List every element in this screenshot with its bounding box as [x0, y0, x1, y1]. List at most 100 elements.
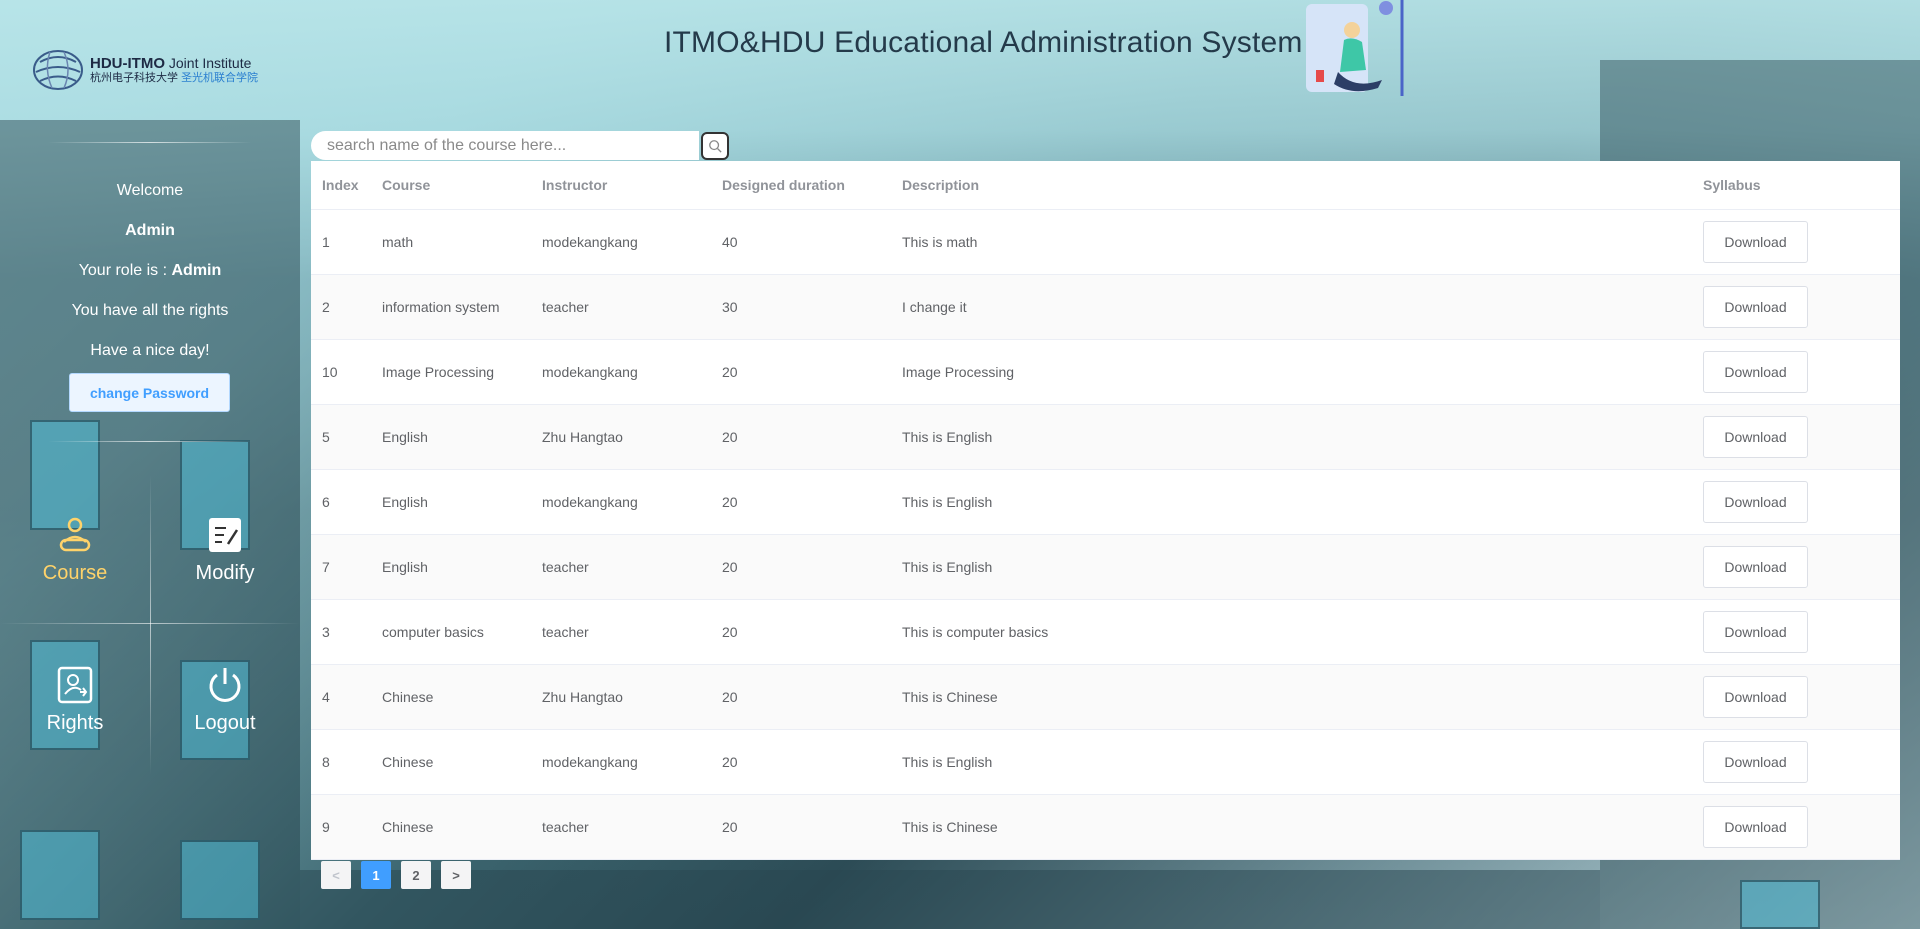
cell-course: English: [371, 534, 531, 600]
cell-instructor: teacher: [531, 794, 711, 860]
course-search: [311, 131, 729, 160]
table-row: 2 information system teacher 30 I change it D…: [311, 274, 1900, 340]
cell-syllabus: Download: [1692, 339, 1900, 405]
cell-description: This is Chinese: [891, 664, 1692, 730]
cell-instructor: Zhu Hangtao: [531, 664, 711, 730]
cell-index: 4: [311, 664, 371, 730]
page-title: ITMO&HDU Educational Administration Syst…: [664, 26, 1303, 59]
download-syllabus-button[interactable]: Download: [1703, 480, 1808, 523]
cell-instructor: modekangkang: [531, 209, 711, 275]
prev-page-button[interactable]: <: [321, 861, 351, 889]
sidebar-divider: [48, 441, 252, 442]
table-row: 6 English modekangkang 20 This is English Dow…: [311, 469, 1900, 535]
cell-syllabus: Download: [1692, 404, 1900, 470]
cell-duration: 30: [711, 274, 891, 340]
column-header-index[interactable]: Index: [311, 161, 371, 210]
download-syllabus-button[interactable]: Download: [1703, 350, 1808, 393]
page-button-2[interactable]: 2: [401, 861, 431, 889]
nav-modify[interactable]: Modify: [150, 475, 300, 625]
teacher-illustration-icon: [1304, 0, 1406, 100]
cell-syllabus: Download: [1692, 274, 1900, 340]
search-input[interactable]: [311, 131, 699, 160]
column-header-syllabus[interactable]: Syllabus: [1692, 161, 1900, 210]
download-syllabus-button[interactable]: Download: [1703, 805, 1808, 848]
cell-description: This is Chinese: [891, 794, 1692, 860]
download-syllabus-button[interactable]: Download: [1703, 545, 1808, 588]
cell-duration: 20: [711, 729, 891, 795]
table-row: 7 English teacher 20 This is English Download: [311, 534, 1900, 600]
nav-logout-label: Logout: [194, 711, 256, 734]
column-header-description[interactable]: Description: [891, 161, 1692, 210]
download-syllabus-button[interactable]: Download: [1703, 220, 1808, 263]
table-row: 9 Chinese teacher 20 This is Chinese Download: [311, 794, 1900, 860]
download-syllabus-button[interactable]: Download: [1703, 740, 1808, 783]
cell-instructor: Zhu Hangtao: [531, 404, 711, 470]
download-syllabus-button[interactable]: Download: [1703, 675, 1808, 718]
cell-syllabus: Download: [1692, 534, 1900, 600]
column-header-course[interactable]: Course: [371, 161, 531, 210]
download-syllabus-button[interactable]: Download: [1703, 610, 1808, 653]
table-row: 1 math modekangkang 40 This is math Download: [311, 209, 1900, 275]
edit-document-icon: [209, 517, 241, 552]
cell-index: 6: [311, 469, 371, 535]
nav-modify-label: Modify: [195, 561, 255, 584]
sidebar-divider: [48, 142, 252, 143]
sidebar-nav: Course Modify Rights Logout: [0, 475, 300, 775]
search-button[interactable]: [701, 131, 729, 160]
user-podium-icon: [59, 517, 91, 551]
cell-description: This is math: [891, 209, 1692, 275]
user-permission-icon: [57, 666, 93, 703]
cell-index: 9: [311, 794, 371, 860]
cell-instructor: teacher: [531, 599, 711, 665]
download-syllabus-button[interactable]: Download: [1703, 285, 1808, 328]
cell-syllabus: Download: [1692, 729, 1900, 795]
table-row: 10 Image Processing modekangkang 20 Image Pr…: [311, 339, 1900, 405]
table-row: 5 English Zhu Hangtao 20 This is English Down…: [311, 404, 1900, 470]
cell-duration: 20: [711, 339, 891, 405]
cell-course: English: [371, 404, 531, 470]
cell-description: This is English: [891, 534, 1692, 600]
table-header-row: Index Course Instructor Designed duratio…: [311, 161, 1900, 210]
cell-instructor: modekangkang: [531, 339, 711, 405]
cell-index: 8: [311, 729, 371, 795]
page-button-1[interactable]: 1: [361, 861, 391, 889]
role-value: Admin: [171, 262, 222, 279]
nav-course-label: Course: [42, 561, 108, 584]
cell-index: 2: [311, 274, 371, 340]
cell-duration: 20: [711, 404, 891, 470]
change-password-button[interactable]: change Password: [69, 373, 230, 412]
cell-syllabus: Download: [1692, 209, 1900, 275]
nav-logout[interactable]: Logout: [150, 625, 300, 775]
power-icon: [209, 667, 241, 702]
pagination: < 1 2 >: [321, 861, 471, 889]
cell-index: 5: [311, 404, 371, 470]
column-header-duration[interactable]: Designed duration: [711, 161, 891, 210]
cell-index: 3: [311, 599, 371, 665]
cell-description: This is computer basics: [891, 599, 1692, 665]
welcome-text: Welcome: [116, 182, 184, 199]
cell-instructor: modekangkang: [531, 469, 711, 535]
cell-duration: 20: [711, 794, 891, 860]
cell-syllabus: Download: [1692, 664, 1900, 730]
table-row: 8 Chinese modekangkang 20 This is English Dow…: [311, 729, 1900, 795]
cell-description: This is English: [891, 404, 1692, 470]
download-syllabus-button[interactable]: Download: [1703, 415, 1808, 458]
cell-description: Image Processing: [891, 339, 1692, 405]
cell-course: information system: [371, 274, 531, 340]
cell-description: This is English: [891, 469, 1692, 535]
cell-syllabus: Download: [1692, 794, 1900, 860]
role-prefix: Your role is :: [78, 262, 168, 279]
next-page-button[interactable]: >: [441, 861, 471, 889]
cell-course: Chinese: [371, 794, 531, 860]
nav-rights[interactable]: Rights: [0, 625, 150, 775]
nav-course[interactable]: Course: [0, 475, 150, 625]
cell-duration: 20: [711, 664, 891, 730]
cell-course: math: [371, 209, 531, 275]
cell-duration: 20: [711, 534, 891, 600]
course-table: Index Course Instructor Designed duratio…: [311, 161, 1900, 860]
table-row: 3 computer basics teacher 20 This is compute…: [311, 599, 1900, 665]
nav-rights-label: Rights: [46, 711, 104, 734]
column-header-instructor[interactable]: Instructor: [531, 161, 711, 210]
cell-index: 7: [311, 534, 371, 600]
rights-text: You have all the rights: [71, 302, 229, 319]
